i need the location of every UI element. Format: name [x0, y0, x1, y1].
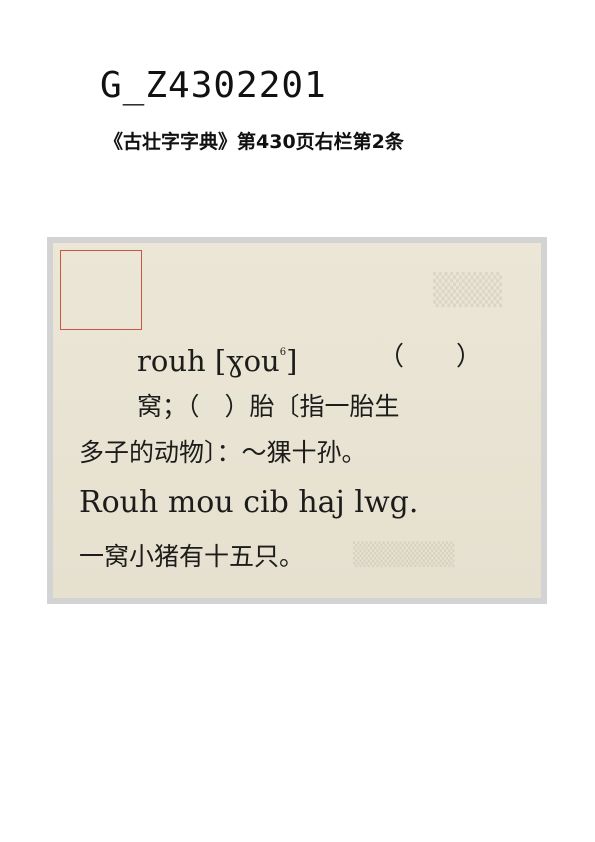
entry-code-title: G_Z4302201 𧑲 — [100, 60, 342, 110]
scan-paper: ▒▒▒ ▒▒▒▒▒▒ 𧑲 （𬯌） rouh [ɣou6] （ ） 窝；（ ）胎〔… — [53, 243, 541, 598]
pronunciation: rouh [ɣou6] — [137, 333, 297, 381]
blank-parentheses: （ ） — [378, 339, 482, 375]
definition-line-1: 窝；（ ）胎〔指一胎生 — [137, 389, 400, 425]
head-character-highlight — [60, 250, 142, 330]
dictionary-scan: ▒▒▒ ▒▒▒▒▒▒ 𧑲 （𬯌） rouh [ɣou6] （ ） 窝；（ ）胎〔… — [47, 237, 547, 604]
pronunciation-close: ] — [286, 344, 297, 378]
bleed-through-decoration: ▒▒▒▒▒▒ — [353, 543, 455, 568]
chinese-gloss: 一窝小猪有十五只。 — [79, 539, 304, 575]
bleed-through-decoration: ▒▒▒ — [433, 273, 502, 308]
zhuang-example: Rouh mou cib haj lwg. — [79, 481, 418, 525]
pronunciation-text: rouh [ɣou — [137, 344, 280, 378]
definition-line-2: 多子的动物〕：～猓十𠵊孙。 — [79, 435, 367, 471]
source-reference: 《古壮字字典》第430页右栏第2条 — [104, 128, 404, 156]
entry-character: 𧑲 — [341, 62, 342, 106]
entry-code: G_Z4302201 — [100, 65, 327, 106]
